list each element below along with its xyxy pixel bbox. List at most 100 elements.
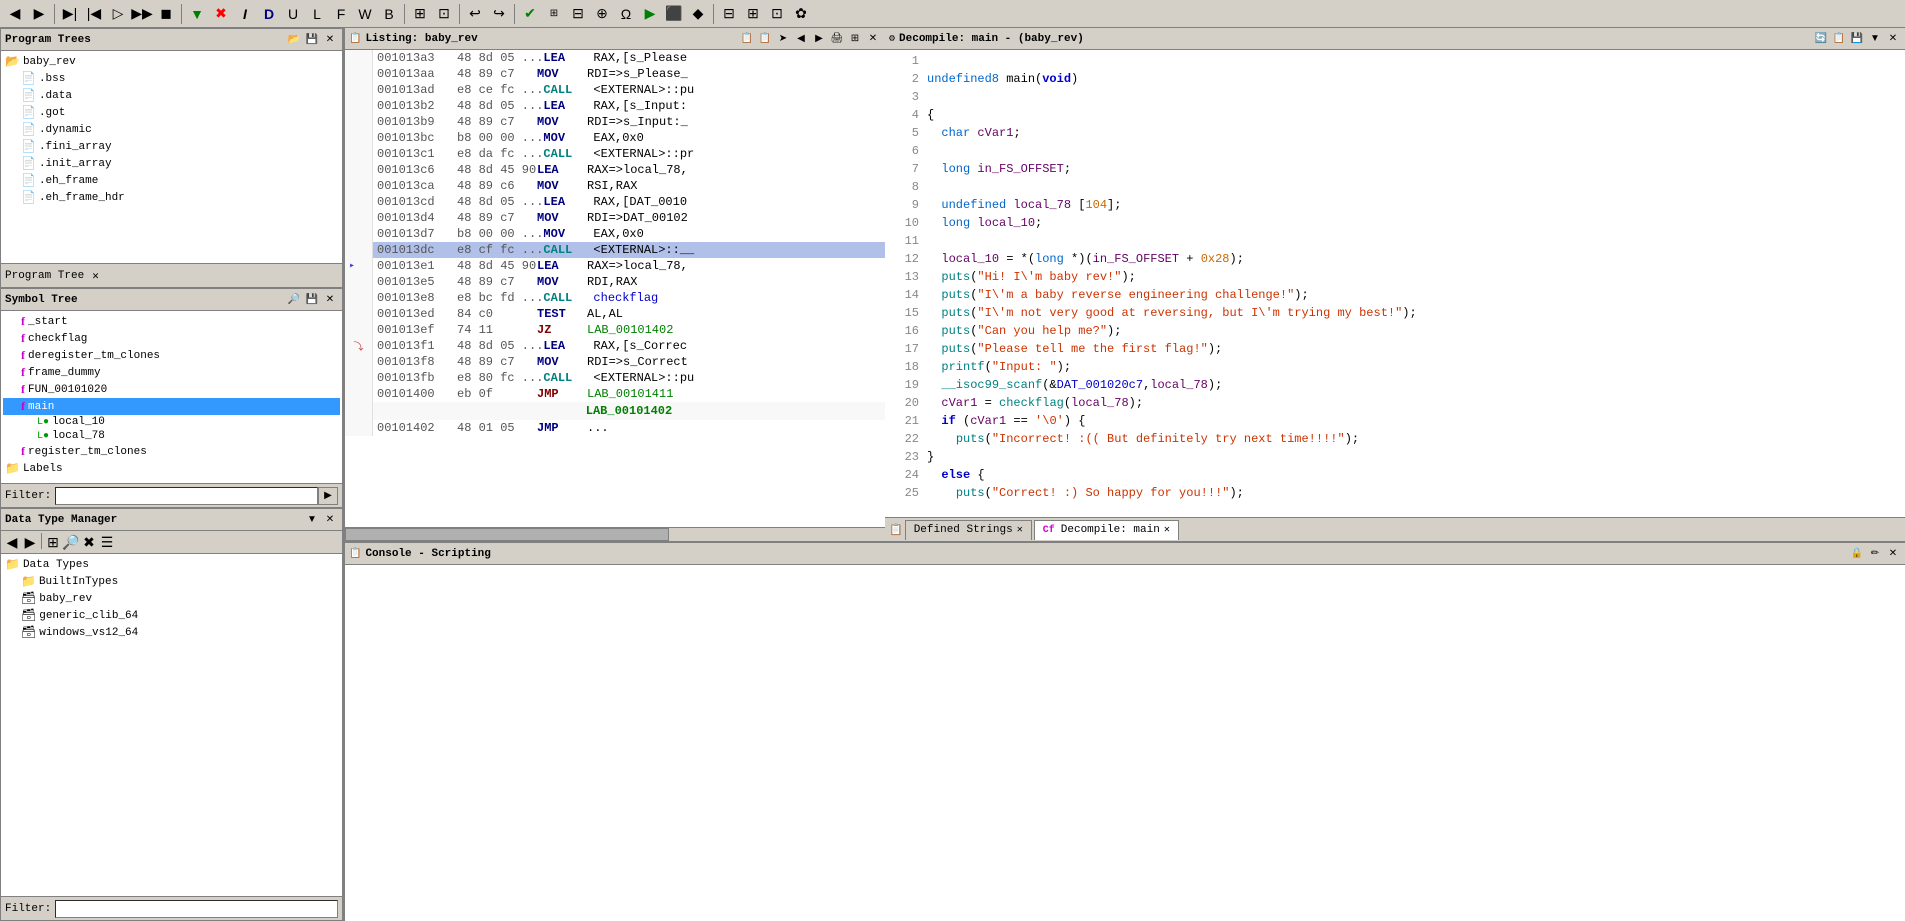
dt-fwd-btn[interactable]: ▶ — [21, 533, 39, 551]
sym-item-deregister[interactable]: f deregister_tm_clones — [3, 347, 340, 364]
misc-btn-1[interactable]: ⊟ — [718, 3, 740, 25]
dt-delete-btn[interactable]: ✖ — [80, 533, 98, 551]
redo-btn[interactable]: ↪ — [488, 3, 510, 25]
list-item[interactable]: 001013cd 48 8d 05 ... LEA RAX,[DAT_0010 — [373, 194, 885, 210]
sym-tree-close-btn[interactable]: ✕ — [322, 292, 338, 308]
tree-item-fini_array[interactable]: 📄 .fini_array — [3, 138, 340, 155]
listing-copy-btn[interactable]: 📋 — [739, 31, 755, 47]
code-btn-2[interactable]: ⊟ — [567, 3, 589, 25]
list-item[interactable]: 001013b2 48 8d 05 ... LEA RAX,[s_Input: — [373, 98, 885, 114]
list-item[interactable]: 001013d4 48 89 c7 MOV RDI=>DAT_00102 — [373, 210, 885, 226]
dt-list-btn[interactable]: ☰ — [98, 533, 116, 551]
prog-tree-close-btn[interactable]: ✕ — [322, 32, 338, 48]
tree-item-bss[interactable]: 📄 .bss — [3, 70, 340, 87]
list-item-selected[interactable]: 001013dc e8 cf fc ... CALL <EXTERNAL>::_… — [373, 242, 885, 258]
dt-item-windows_vs12[interactable]: 🗃 windows_vs12_64 — [3, 624, 340, 641]
dt-dropdown-btn[interactable]: ▼ — [304, 512, 320, 528]
listing-cursor-btn[interactable]: ➤ — [775, 31, 791, 47]
code-btn-4[interactable]: Ω — [615, 3, 637, 25]
dt-item-builtin[interactable]: 📁 BuiltInTypes — [3, 573, 340, 590]
prog-tree-tab-close[interactable]: ✕ — [92, 269, 99, 283]
listing-paste-btn[interactable]: 📋 — [757, 31, 773, 47]
tree-item-dynamic[interactable]: 📄 .dynamic — [3, 121, 340, 138]
misc-btn-2[interactable]: ⊞ — [742, 3, 764, 25]
decomp-refresh-btn[interactable]: 🔄 — [1813, 31, 1829, 47]
forward-button[interactable]: ▶ — [28, 3, 50, 25]
debug-btn-3[interactable]: I — [234, 3, 256, 25]
sym-tree-save-btn[interactable]: 💾 — [304, 292, 320, 308]
debug-btn-4[interactable]: D — [258, 3, 280, 25]
debug-btn-8[interactable]: W — [354, 3, 376, 25]
sym-item-register_tm[interactable]: f register_tm_clones — [3, 443, 340, 460]
dt-item-baby_rev[interactable]: 🗃 baby_rev — [3, 590, 340, 607]
list-item[interactable]: 001013ca 48 89 c6 MOV RSI,RAX — [373, 178, 885, 194]
listing-options-btn[interactable]: ⊞ — [847, 31, 863, 47]
misc-btn-3[interactable]: ⊡ — [766, 3, 788, 25]
dt-sort-btn[interactable]: ⊞ — [44, 533, 62, 551]
listing-close-btn[interactable]: ✕ — [865, 31, 881, 47]
code-btn-3[interactable]: ⊕ — [591, 3, 613, 25]
list-item[interactable]: 001013d7 b8 00 00 ... MOV EAX,0x0 — [373, 226, 885, 242]
list-item[interactable]: 001013c1 e8 da fc ... CALL <EXTERNAL>::p… — [373, 146, 885, 162]
list-item[interactable]: 001013aa 48 89 c7 MOV RDI=>s_Please_ — [373, 66, 885, 82]
dt-close-btn[interactable]: ✕ — [322, 512, 338, 528]
tab-decompile-main[interactable]: Cf Decompile: main ✕ — [1034, 520, 1179, 540]
list-item[interactable]: 001013b9 48 89 c7 MOV RDI=>s_Input:_ — [373, 114, 885, 130]
tree-item-baby_rev[interactable]: 📂 baby_rev — [3, 53, 340, 70]
tree-item-init_array[interactable]: 📄 .init_array — [3, 155, 340, 172]
symbol-tree-filter-input[interactable] — [55, 487, 318, 505]
list-item[interactable]: 001013e5 48 89 c7 MOV RDI,RAX — [373, 274, 885, 290]
diag-btn[interactable]: ◆ — [687, 3, 709, 25]
debug-btn-7[interactable]: F — [330, 3, 352, 25]
list-item[interactable]: 001013a3 48 8d 05 ... LEA RAX,[s_Please — [373, 50, 885, 66]
listing-nav-btn1[interactable]: ◀ — [793, 31, 809, 47]
decomp-copy-btn[interactable]: 📋 — [1831, 31, 1847, 47]
tree-item-data[interactable]: 📄 .data — [3, 87, 340, 104]
dt-back-btn[interactable]: ◀ — [3, 533, 21, 551]
listing-hscroll[interactable] — [345, 527, 885, 541]
decomp-close-btn[interactable]: ✕ — [1885, 31, 1901, 47]
list-item[interactable]: 00101400 eb 0f JMP LAB_00101411 — [373, 386, 885, 402]
sym-item-start[interactable]: f _start — [3, 313, 340, 330]
back-button[interactable]: ◀ — [4, 3, 26, 25]
console-lock-btn[interactable]: 🔒 — [1849, 546, 1865, 562]
listing-nav-btn2[interactable]: ▶ — [811, 31, 827, 47]
dt-item-datatypes[interactable]: 📁 Data Types — [3, 556, 340, 573]
misc-btn-4[interactable]: ✿ — [790, 3, 812, 25]
list-item[interactable]: 001013f1 48 8d 05 ... LEA RAX,[s_Correc — [373, 338, 885, 354]
list-item[interactable]: 001013e8 e8 bc fd ... CALL checkflag — [373, 290, 885, 306]
sym-item-local78[interactable]: L● local_78 — [3, 429, 340, 443]
list-item[interactable]: 001013c6 48 8d 45 90 LEA RAX=>local_78, — [373, 162, 885, 178]
tree-item-eh_frame[interactable]: 📄 .eh_frame — [3, 172, 340, 189]
list-item[interactable]: 001013f8 48 89 c7 MOV RDI=>s_Correct — [373, 354, 885, 370]
listing-print-btn[interactable]: 🖨 — [829, 31, 845, 47]
nav-next-btn[interactable]: ▶| — [59, 3, 81, 25]
console-content[interactable] — [345, 565, 1905, 921]
sym-item-checkflag[interactable]: f checkflag — [3, 330, 340, 347]
undo-btn[interactable]: ↩ — [464, 3, 486, 25]
list-item[interactable]: 001013e1 48 8d 45 90 LEA RAX=>local_78, — [373, 258, 885, 274]
tab-decompile-main-close[interactable]: ✕ — [1164, 524, 1170, 536]
tree-item-got[interactable]: 📄 .got — [3, 104, 340, 121]
listing-scroll-area[interactable]: ▸ ⤵ — [345, 50, 885, 527]
decomp-save-btn[interactable]: 💾 — [1849, 31, 1865, 47]
patch-btn-2[interactable]: ⊡ — [433, 3, 455, 25]
debug-btn-1[interactable]: ▼ — [186, 3, 208, 25]
nav-btn-4[interactable]: ▶▶ — [131, 3, 153, 25]
patch-btn-1[interactable]: ⊞ — [409, 3, 431, 25]
console-close-btn[interactable]: ✕ — [1885, 546, 1901, 562]
sym-item-labels[interactable]: 📁 Labels — [3, 460, 340, 477]
tab-defined-strings[interactable]: Defined Strings ✕ — [905, 520, 1032, 540]
run-btn[interactable]: ▶ — [639, 3, 661, 25]
list-item[interactable]: 001013ad e8 ce fc ... CALL <EXTERNAL>::p… — [373, 82, 885, 98]
sym-item-frame_dummy[interactable]: f frame_dummy — [3, 364, 340, 381]
sym-item-main[interactable]: f main — [3, 398, 340, 415]
code-btn-1[interactable]: ⊞ — [543, 3, 565, 25]
decompiler-scroll[interactable]: 1 2 undefined8 main(void) 3 4 { — [885, 50, 1905, 517]
decomp-options-btn[interactable]: ▼ — [1867, 31, 1883, 47]
list-item[interactable]: 001013bc b8 00 00 ... MOV EAX,0x0 — [373, 130, 885, 146]
filter-apply-btn[interactable]: ▶ — [318, 487, 338, 505]
debug-btn-b[interactable]: B — [378, 3, 400, 25]
list-item[interactable]: 00101402 48 01 05 JMP ... — [373, 420, 885, 436]
list-item[interactable]: 001013ef 74 11 JZ LAB_00101402 — [373, 322, 885, 338]
